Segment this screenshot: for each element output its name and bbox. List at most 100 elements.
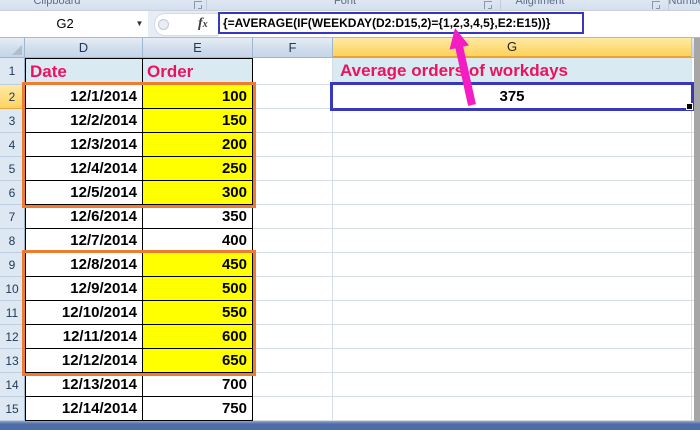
fill-handle[interactable] (686, 103, 693, 110)
empty-cell-f[interactable] (253, 325, 333, 349)
order-cell[interactable]: 450 (143, 253, 253, 277)
row-header[interactable]: 8 (0, 229, 25, 253)
date-cell[interactable]: 12/11/2014 (25, 325, 143, 349)
date-cell[interactable]: 12/1/2014 (25, 85, 143, 109)
cell-g[interactable] (333, 301, 692, 325)
ribbon-group-clipboard: Clipboard (33, 0, 80, 7)
header-row: 1 Date Order Average orders of workdays (0, 58, 700, 85)
cell-g[interactable] (333, 205, 692, 229)
data-rows: 2 12/1/2014 100 375 3 12/2/2014 150 4 12… (0, 85, 700, 421)
ribbon-group-font: Font (334, 0, 356, 7)
row-header[interactable]: 6 (0, 181, 25, 205)
order-cell[interactable]: 100 (143, 85, 253, 109)
cell-g[interactable] (333, 109, 692, 133)
row-header[interactable]: 4 (0, 133, 25, 157)
date-cell[interactable]: 12/14/2014 (25, 397, 143, 421)
date-cell[interactable]: 12/3/2014 (25, 133, 143, 157)
order-cell[interactable]: 500 (143, 277, 253, 301)
row-header[interactable]: 5 (0, 157, 25, 181)
name-box-dropdown-icon[interactable]: ▼ (131, 11, 148, 37)
cell-g[interactable] (333, 229, 692, 253)
row-header[interactable]: 11 (0, 301, 25, 325)
order-cell[interactable]: 300 (143, 181, 253, 205)
date-cell[interactable]: 12/10/2014 (25, 301, 143, 325)
cell-g[interactable] (333, 373, 692, 397)
average-title-cell[interactable]: Average orders of workdays (333, 58, 692, 85)
order-cell[interactable]: 550 (143, 301, 253, 325)
date-cell[interactable]: 12/7/2014 (25, 229, 143, 253)
order-cell[interactable]: 650 (143, 349, 253, 373)
cell-g[interactable] (333, 277, 692, 301)
order-cell[interactable]: 700 (143, 373, 253, 397)
order-cell[interactable]: 250 (143, 157, 253, 181)
date-cell[interactable]: 12/4/2014 (25, 157, 143, 181)
row-header-1[interactable]: 1 (0, 58, 25, 85)
order-cell[interactable]: 600 (143, 325, 253, 349)
insert-function-icon[interactable]: fx (198, 14, 218, 34)
window-bottom-edge (0, 421, 700, 430)
cell-g[interactable] (333, 325, 692, 349)
empty-cell-f[interactable] (253, 253, 333, 277)
cell-g[interactable] (333, 253, 692, 277)
row-header[interactable]: 10 (0, 277, 25, 301)
table-row: 7 12/6/2014 350 (0, 205, 700, 229)
column-header-f[interactable]: F (253, 38, 333, 58)
cell-g[interactable] (333, 349, 692, 373)
date-cell[interactable]: 12/2/2014 (25, 109, 143, 133)
empty-cell-f[interactable] (253, 229, 333, 253)
formula-bar: G2 ▼ fx {=AVERAGE(IF(WEEKDAY(D2:D15,2)={… (0, 11, 700, 38)
formula-input[interactable]: {=AVERAGE(IF(WEEKDAY(D2:D15,2)={1,2,3,4,… (218, 12, 584, 34)
empty-cell-f1[interactable] (253, 58, 333, 85)
date-cell[interactable]: 12/12/2014 (25, 349, 143, 373)
date-cell[interactable]: 12/8/2014 (25, 253, 143, 277)
empty-cell-f[interactable] (253, 301, 333, 325)
clipboard-dialog-launcher-icon[interactable] (194, 1, 202, 9)
cell-g[interactable] (333, 397, 692, 421)
column-header-g[interactable]: G (333, 38, 692, 58)
empty-cell-f[interactable] (253, 373, 333, 397)
empty-cell-f[interactable] (253, 349, 333, 373)
empty-cell-f[interactable] (253, 277, 333, 301)
row-header[interactable]: 2 (0, 85, 25, 109)
order-cell[interactable]: 750 (143, 397, 253, 421)
alignment-dialog-launcher-icon[interactable] (652, 1, 660, 9)
ribbon-strip: Clipboard Font Alignment Number (0, 0, 700, 11)
row-header[interactable]: 9 (0, 253, 25, 277)
empty-cell-f[interactable] (253, 133, 333, 157)
row-header[interactable]: 3 (0, 109, 25, 133)
column-header-e[interactable]: E (143, 38, 253, 58)
empty-cell-f[interactable] (253, 109, 333, 133)
order-cell[interactable]: 400 (143, 229, 253, 253)
date-cell[interactable]: 12/6/2014 (25, 205, 143, 229)
order-cell[interactable]: 200 (143, 133, 253, 157)
order-header-cell[interactable]: Order (143, 58, 253, 85)
select-all-corner[interactable] (0, 38, 25, 58)
vertical-scrollbar[interactable] (694, 38, 700, 421)
name-box[interactable]: G2 (0, 11, 130, 37)
date-cell[interactable]: 12/13/2014 (25, 373, 143, 397)
cell-g[interactable] (333, 157, 692, 181)
date-cell[interactable]: 12/9/2014 (25, 277, 143, 301)
row-header[interactable]: 7 (0, 205, 25, 229)
empty-cell-f[interactable] (253, 397, 333, 421)
row-header[interactable]: 14 (0, 373, 25, 397)
sheet-grid: 1 Date Order Average orders of workdays … (0, 58, 700, 421)
order-cell[interactable]: 150 (143, 109, 253, 133)
table-row: 15 12/14/2014 750 (0, 397, 700, 421)
order-cell[interactable]: 350 (143, 205, 253, 229)
row-header[interactable]: 13 (0, 349, 25, 373)
table-row: 9 12/8/2014 450 (0, 253, 700, 277)
row-header[interactable]: 15 (0, 397, 25, 421)
column-header-d[interactable]: D (25, 38, 143, 58)
cell-g[interactable] (333, 133, 692, 157)
date-cell[interactable]: 12/5/2014 (25, 181, 143, 205)
date-header-cell[interactable]: Date (25, 58, 143, 85)
empty-cell-f[interactable] (253, 85, 333, 109)
row-header[interactable]: 12 (0, 325, 25, 349)
font-dialog-launcher-icon[interactable] (484, 1, 492, 9)
empty-cell-f[interactable] (253, 205, 333, 229)
empty-cell-f[interactable] (253, 181, 333, 205)
excel-window: Clipboard Font Alignment Number G2 ▼ fx … (0, 0, 700, 430)
empty-cell-f[interactable] (253, 157, 333, 181)
cell-g[interactable] (333, 181, 692, 205)
